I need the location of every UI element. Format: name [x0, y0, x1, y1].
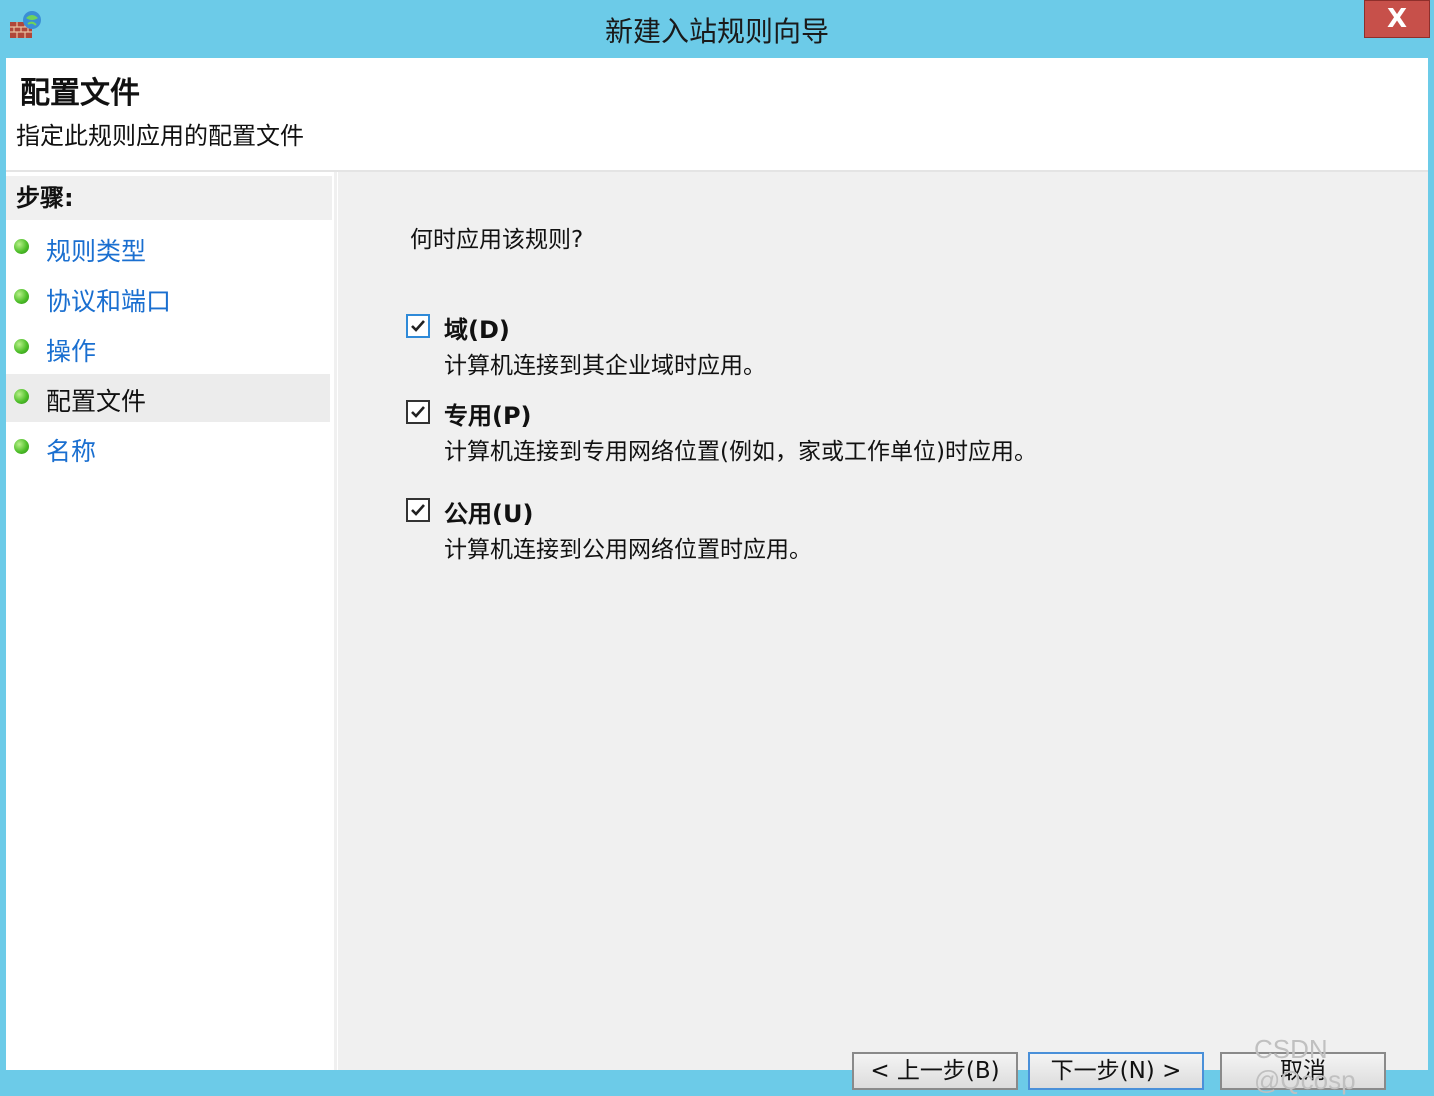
back-button[interactable]: < 上一步(B) [852, 1052, 1018, 1090]
checkmark-icon [411, 320, 425, 332]
sidebar-item-profile: 配置文件 [6, 374, 330, 422]
steps-sidebar: 步骤: 规则类型 协议和端口 操作 配置文件 名称 [6, 172, 337, 1070]
status-dot-icon [14, 289, 29, 304]
sidebar-item-label: 配置文件 [46, 387, 147, 416]
public-label[interactable]: 公用(U) [444, 494, 533, 529]
page-title: 配置文件 [20, 76, 140, 111]
watermark: CSDN @Qcosp [1254, 1034, 1356, 1095]
sidebar-item-label[interactable]: 名称 [46, 432, 96, 468]
sidebar-item-protocol-ports[interactable]: 协议和端口 [6, 274, 330, 322]
page-header: 配置文件 指定此规则应用的配置文件 [6, 58, 1428, 172]
sidebar-item-rule-type[interactable]: 规则类型 [6, 224, 330, 272]
sidebar-item-label[interactable]: 规则类型 [46, 232, 146, 268]
title-bar: 新建入站规则向导 X [0, 0, 1434, 58]
sidebar-item-label[interactable]: 协议和端口 [46, 282, 171, 318]
wizard-window: 配置文件 指定此规则应用的配置文件 步骤: 规则类型 协议和端口 操作 配置文件… [6, 58, 1428, 1090]
status-dot-icon [14, 439, 29, 454]
sidebar-item-action[interactable]: 操作 [6, 324, 330, 372]
public-description: 计算机连接到公用网络位置时应用。 [444, 537, 812, 563]
steps-heading: 步骤: [6, 176, 332, 220]
checkmark-icon [411, 504, 425, 516]
domain-description: 计算机连接到其企业域时应用。 [444, 353, 766, 379]
next-button[interactable]: 下一步(N) > [1028, 1052, 1204, 1090]
main-content: 何时应用该规则? 域(D) 计算机连接到其企业域时应用。 专用(P) 计算机连接… [338, 172, 1428, 1090]
sidebar-item-name[interactable]: 名称 [6, 424, 330, 472]
page-subtitle: 指定此规则应用的配置文件 [16, 122, 304, 150]
checkmark-icon [411, 406, 425, 418]
public-checkbox[interactable] [406, 498, 430, 522]
private-label[interactable]: 专用(P) [444, 396, 532, 431]
close-button[interactable]: X [1364, 0, 1430, 38]
private-description: 计算机连接到专用网络位置(例如，家或工作单位)时应用。 [444, 439, 1037, 465]
domain-label[interactable]: 域(D) [444, 310, 510, 345]
private-checkbox[interactable] [406, 400, 430, 424]
status-dot-icon [14, 239, 29, 254]
status-dot-icon [14, 389, 29, 404]
domain-checkbox[interactable] [406, 314, 430, 338]
question-text: 何时应用该规则? [410, 227, 584, 253]
window-title: 新建入站规则向导 [604, 15, 829, 48]
sidebar-item-label[interactable]: 操作 [46, 332, 96, 368]
status-dot-icon [14, 339, 29, 354]
